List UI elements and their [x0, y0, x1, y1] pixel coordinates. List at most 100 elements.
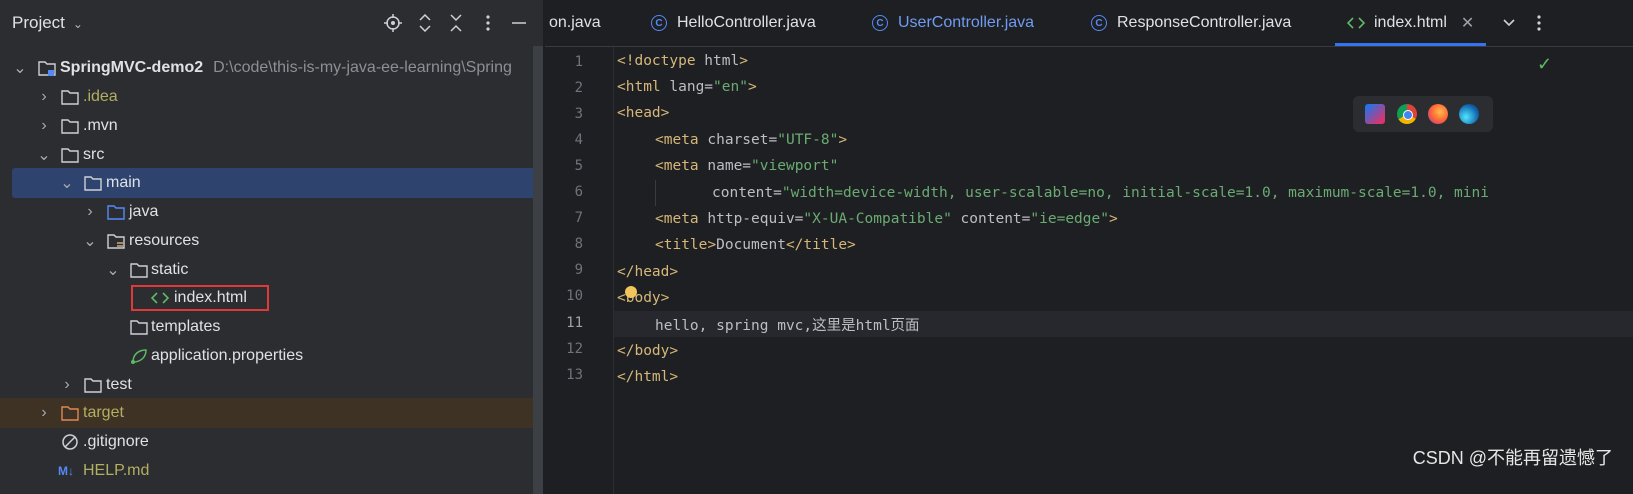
folder-icon [84, 378, 102, 393]
code-line-3[interactable]: <head> [617, 100, 669, 126]
tree-item-mvn[interactable]: › .mvn [0, 111, 555, 141]
close-icon[interactable]: ✕ [1461, 13, 1474, 33]
code-token: http-equiv= [698, 211, 804, 227]
tab-response-controller[interactable]: C ResponseController.java [1091, 0, 1291, 46]
code-line-5[interactable]: <meta name= "viewport" [655, 153, 838, 179]
code-token: </html> [617, 369, 679, 385]
expand-all-icon[interactable] [413, 10, 437, 36]
indent-guide [655, 180, 656, 206]
chevron-down-icon[interactable]: ⌄ [105, 262, 121, 279]
chevron-right-icon[interactable]: › [36, 404, 52, 421]
source-folder-icon [107, 205, 125, 220]
chevron-down-icon: ⌄ [72, 17, 83, 31]
folder-icon [84, 176, 102, 191]
tree-item-test[interactable]: › test [0, 370, 555, 400]
tree-item-help-md[interactable]: M↓ HELP.md [0, 456, 555, 486]
markdown-file-icon: M↓ [58, 464, 74, 478]
code-line-1[interactable]: <!doctype html > [617, 48, 748, 74]
no-problems-check-icon[interactable]: ✓ [1537, 54, 1552, 75]
line-number: 5 [574, 158, 583, 174]
chevron-right-icon[interactable]: › [82, 203, 98, 220]
chevron-down-icon[interactable]: ⌄ [59, 175, 75, 192]
minimize-icon[interactable] [507, 10, 531, 36]
code-token: "width=device-width, user-scalable=no, i… [781, 185, 1489, 201]
sidebar-scrollbar[interactable] [533, 46, 543, 494]
class-icon: C [1091, 15, 1107, 31]
line-number: 12 [566, 341, 583, 357]
project-root-label: SpringMVC-demo2 [60, 59, 204, 76]
more-options-icon[interactable] [476, 10, 500, 36]
chrome-icon[interactable] [1397, 104, 1417, 124]
tree-item-resources[interactable]: ⌄ resources [0, 226, 555, 256]
code-line-12[interactable]: </body> [617, 338, 678, 364]
chevron-down-icon[interactable]: ⌄ [82, 233, 98, 250]
line-number: 9 [574, 262, 583, 278]
code-line-9[interactable]: </head> [617, 259, 678, 285]
code-line-6[interactable]: content= "width=device-width, user-scalab… [712, 180, 1489, 206]
code-line-13[interactable]: </html> [617, 364, 678, 390]
tree-item-label: test [106, 376, 132, 393]
folder-icon [130, 263, 148, 278]
tree-item-main[interactable]: ⌄ main [12, 168, 552, 198]
code-line-11[interactable]: hello, spring mvc,这里是html页面 [655, 311, 920, 337]
tab-hello-controller[interactable]: C HelloController.java [651, 0, 816, 46]
tree-item-idea[interactable]: › .idea [0, 82, 555, 112]
folder-icon [61, 119, 79, 134]
tree-item-label: .idea [83, 88, 118, 105]
tree-item-gitignore[interactable]: .gitignore [0, 427, 555, 457]
intellij-browser-icon[interactable] [1365, 104, 1385, 124]
line-number: 10 [566, 288, 583, 304]
chevron-right-icon[interactable]: › [36, 117, 52, 134]
chevron-right-icon[interactable]: › [36, 88, 52, 105]
locate-icon[interactable] [381, 10, 405, 36]
more-options-icon[interactable] [1527, 10, 1551, 36]
chevron-down-icon[interactable]: ⌄ [36, 147, 52, 164]
tree-item-index-html[interactable]: index.html [0, 283, 555, 313]
tree-item-label: .gitignore [83, 433, 149, 450]
line-number-gutter[interactable]: 1 2 3 4 5 6 7 8 9 10 11 12 13 [545, 47, 614, 494]
code-token: <meta [655, 211, 699, 227]
class-icon: C [651, 15, 667, 31]
code-token: "en" [713, 79, 748, 95]
code-line-4[interactable]: <meta charset= "UTF-8" > [655, 127, 847, 153]
chevron-down-icon[interactable]: ⌄ [12, 60, 28, 77]
firefox-icon[interactable] [1428, 104, 1448, 124]
ignore-file-icon [62, 434, 78, 450]
tab-on-java[interactable]: on.java [549, 0, 601, 46]
code-line-8[interactable]: <title> Document </title> [655, 232, 856, 258]
code-token: </head> [617, 264, 679, 280]
highlight-box [131, 285, 269, 311]
tree-item-static[interactable]: ⌄ static [0, 255, 555, 285]
tree-item-label: application.properties [151, 347, 304, 364]
tree-item-label: HELP.md [83, 462, 150, 479]
tree-item-java[interactable]: › java [0, 197, 555, 227]
intention-bulb-icon[interactable] [625, 286, 637, 298]
code-line-2[interactable]: <html lang= "en" > [617, 74, 757, 100]
tree-item-target[interactable]: › target [0, 398, 555, 428]
editor-area: on.java C HelloController.java C UserCon… [545, 0, 1633, 494]
tab-user-controller[interactable]: C UserController.java [872, 0, 1034, 46]
browser-preview-bar [1353, 96, 1493, 132]
tab-list-chevron-icon[interactable] [1497, 10, 1521, 36]
tree-item-project-root[interactable]: ⌄ SpringMVC-demo2 D:\code\this-is-my-java… [0, 53, 555, 83]
collapse-all-icon[interactable] [444, 10, 468, 36]
tree-item-templates[interactable]: templates [0, 312, 555, 342]
watermark-text: CSDN @不能再留遗憾了 [1412, 448, 1613, 468]
chevron-right-icon[interactable]: › [59, 376, 75, 393]
tab-index-html[interactable]: index.html ✕ [1335, 0, 1487, 46]
excluded-folder-icon [61, 406, 79, 421]
tree-item-src[interactable]: ⌄ src [0, 140, 555, 170]
tree-item-application-properties[interactable]: application.properties [0, 341, 555, 371]
code-token: > [838, 132, 848, 148]
module-folder-icon [38, 61, 56, 76]
project-view-dropdown[interactable]: Project ⌄ [12, 13, 83, 33]
line-number: 13 [566, 367, 583, 383]
code-token: html [695, 53, 740, 69]
line-number: 6 [574, 184, 583, 200]
line-number: 2 [574, 80, 583, 96]
code-token: </body> [617, 343, 679, 359]
tree-item-label: main [106, 174, 141, 191]
code-line-7[interactable]: <meta http-equiv= "X-UA-Compatible" conte… [655, 206, 1118, 232]
edge-icon[interactable] [1459, 104, 1479, 124]
code-token: <meta [655, 158, 699, 174]
